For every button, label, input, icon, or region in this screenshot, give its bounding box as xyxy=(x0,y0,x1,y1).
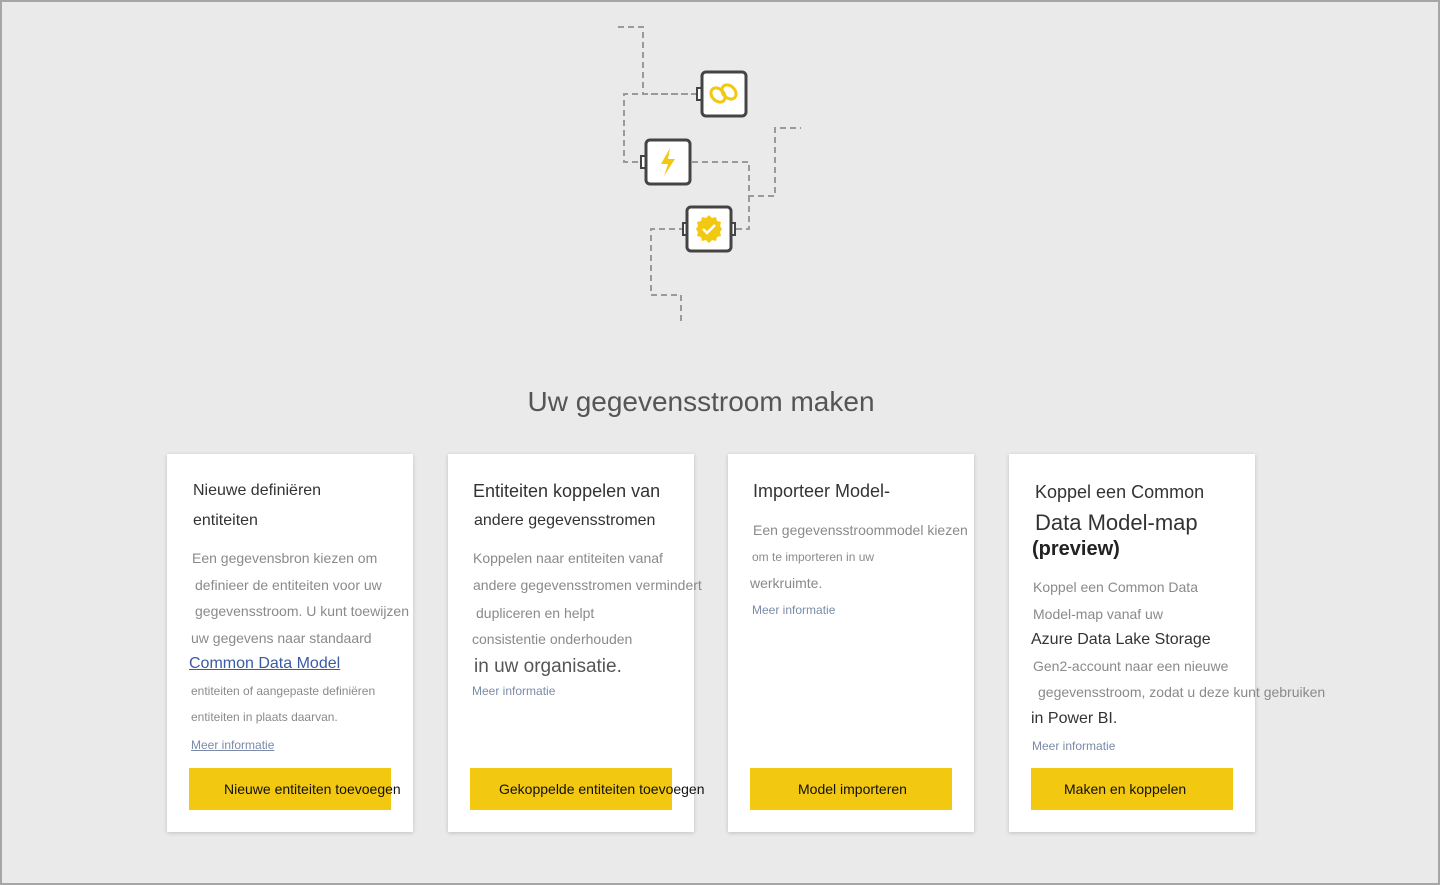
card-description-line: om te importeren in uw xyxy=(752,550,875,564)
card-description-line: Een gegevensstroommodel kiezen xyxy=(753,522,968,538)
more-info-link[interactable]: Meer informatie xyxy=(472,684,555,698)
card-import-model: Importeer Model- Een gegevensstroommodel… xyxy=(728,454,974,832)
add-linked-entities-button[interactable]: Gekoppelde entiteiten toevoegen xyxy=(470,768,705,810)
card-description-line: in Power BI. xyxy=(1031,710,1118,727)
button-label: Nieuwe entiteiten toevoegen xyxy=(224,781,401,797)
card-description-line: Een gegevensbron kiezen om xyxy=(192,550,378,566)
more-info-link[interactable]: Meer informatie xyxy=(191,738,274,752)
card-description-line: werkruimte. xyxy=(750,575,823,591)
card-link-entities: Entiteiten koppelen van andere gegevenss… xyxy=(448,454,705,832)
common-data-model-link[interactable]: Common Data Model xyxy=(189,655,340,673)
card-description-line: Koppel een Common Data xyxy=(1033,579,1198,595)
card-title-line: Importeer Model- xyxy=(753,481,891,501)
card-description-line: gegevensstroom. U kunt toewijzen xyxy=(195,603,409,619)
card-title-line: andere gegevensstromen xyxy=(474,512,656,529)
card-description-line: Koppelen naar entiteiten vanaf xyxy=(473,550,663,566)
more-info-link[interactable]: Meer informatie xyxy=(1032,739,1115,753)
preview-badge: (preview) xyxy=(1032,538,1120,560)
card-description-line: Azure Data Lake Storage xyxy=(1031,631,1211,648)
card-description-line: gegevensstroom, zodat u deze kunt gebrui… xyxy=(1038,684,1326,700)
card-title-line: Entiteiten koppelen van xyxy=(473,481,661,501)
card-define-new-entities: Nieuwe definiëren entiteiten Een gegeven… xyxy=(167,454,413,832)
card-description-line: dupliceren en helpt xyxy=(476,605,595,621)
check-badge-icon xyxy=(682,205,736,253)
card-title-line: Koppel een Common xyxy=(1035,482,1205,502)
card-description-line: Gen2-account naar een nieuwe xyxy=(1033,658,1229,674)
card-description-line: consistentie onderhouden xyxy=(472,631,633,647)
link-icon xyxy=(696,70,748,118)
card-title-line: entiteiten xyxy=(193,512,258,529)
create-and-attach-button[interactable]: Maken en koppelen xyxy=(1031,768,1233,810)
card-description-line: entiteiten in plaats daarvan. xyxy=(191,710,338,724)
card-description-line: andere gegevensstromen vermindert xyxy=(473,577,702,593)
card-title-line: Nieuwe definiëren xyxy=(193,482,322,499)
button-label: Gekoppelde entiteiten toevoegen xyxy=(499,781,705,797)
add-new-entities-button[interactable]: Nieuwe entiteiten toevoegen xyxy=(189,768,401,810)
page-title: Uw gegevensstroom maken xyxy=(527,386,875,417)
import-model-button[interactable]: Model importeren xyxy=(750,768,952,810)
button-label: Maken en koppelen xyxy=(1064,781,1187,797)
dataflow-illustration xyxy=(618,26,801,322)
button-label: Model importeren xyxy=(798,781,907,797)
card-description-line: uw gegevens naar standaard xyxy=(191,630,372,646)
card-title-line: Data Model-map xyxy=(1035,510,1198,535)
more-info-link[interactable]: Meer informatie xyxy=(752,603,835,617)
card-description-line: entiteiten of aangepaste definiëren xyxy=(191,684,376,698)
card-description-line: definieer de entiteiten voor uw xyxy=(195,577,382,593)
card-description-line: Model-map vanaf uw xyxy=(1033,606,1163,622)
card-attach-cdm-folder: Koppel een Common Data Model-map (previe… xyxy=(1009,454,1325,832)
lightning-icon xyxy=(640,138,692,186)
card-description-line: in uw organisatie. xyxy=(474,656,622,677)
